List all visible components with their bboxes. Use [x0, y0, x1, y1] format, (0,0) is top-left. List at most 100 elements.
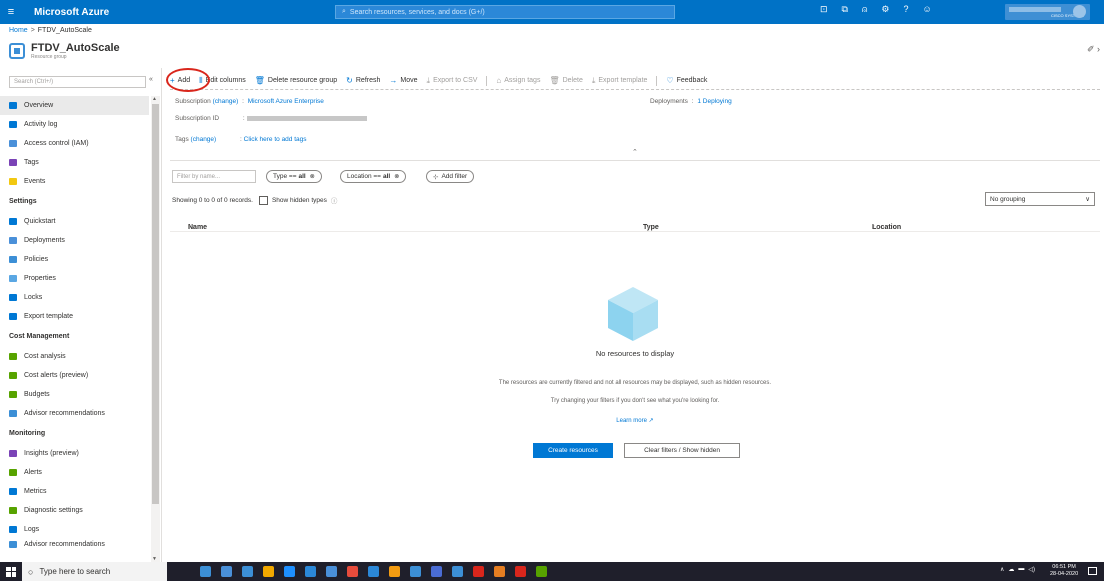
settings-gear-icon[interactable]: ⚙: [881, 4, 889, 15]
show-hidden-checkbox[interactable]: [258, 195, 268, 205]
collapse-essentials-icon[interactable]: ⌃: [632, 148, 638, 156]
breadcrumb-current[interactable]: FTDV_AutoScale: [38, 27, 92, 34]
clear-filters-button[interactable]: Clear filters / Show hidden: [624, 443, 740, 458]
move-button[interactable]: → Move: [389, 76, 417, 85]
taskbar-app-icon[interactable]: [200, 566, 211, 577]
action-center-icon[interactable]: [1088, 567, 1097, 575]
menu-item-cost-alerts[interactable]: Cost alerts (preview): [9, 366, 149, 385]
menu-item-deployments[interactable]: Deployments: [9, 231, 149, 250]
taskbar-app-icon[interactable]: [494, 566, 505, 577]
taskbar-search-box[interactable]: ○ Type here to search: [22, 562, 167, 581]
feedback-smiley-icon[interactable]: ☺: [922, 4, 931, 15]
heart-icon: ♡: [666, 76, 674, 85]
grouping-dropdown[interactable]: No grouping ∨: [985, 192, 1095, 206]
taskbar-app-icon[interactable]: [473, 566, 484, 577]
type-filter-pill[interactable]: Type == all ⊗: [266, 170, 322, 183]
menu-item-export-template[interactable]: Export template: [9, 307, 149, 326]
subscription-change-link[interactable]: (change): [213, 98, 239, 105]
menu-search-input[interactable]: Search (Ctrl+/): [9, 76, 146, 88]
deployments-value-link[interactable]: 1 Deploying: [697, 98, 731, 105]
menu-item-policies[interactable]: Policies: [9, 250, 149, 269]
global-search-input[interactable]: ⌕ Search resources, services, and docs (…: [335, 5, 675, 19]
menu-item-insights[interactable]: Insights (preview): [9, 444, 149, 463]
taskbar-app-icon[interactable]: [305, 566, 316, 577]
taskbar-app-icon[interactable]: [410, 566, 421, 577]
feedback-button[interactable]: ♡ Feedback: [666, 76, 707, 85]
notifications-icon[interactable]: ⍝: [862, 4, 867, 15]
menu-item-activity-log[interactable]: Activity log: [9, 115, 149, 134]
directory-filter-icon[interactable]: ⧉: [842, 4, 848, 15]
remove-filter-icon[interactable]: ⊗: [394, 173, 399, 180]
menu-scrollbar[interactable]: ▲ ▼: [151, 96, 160, 562]
menu-item-metrics[interactable]: Metrics: [9, 482, 149, 501]
menu-item-budgets[interactable]: Budgets: [9, 385, 149, 404]
taskbar-app-icon[interactable]: [515, 566, 526, 577]
taskbar-app-icon[interactable]: [389, 566, 400, 577]
account-name-redacted: [1009, 7, 1061, 12]
menu-item-quickstart[interactable]: Quickstart: [9, 212, 149, 231]
taskbar-app-icon[interactable]: [284, 566, 295, 577]
help-icon[interactable]: ?: [903, 4, 908, 15]
show-hidden-label: Show hidden types: [271, 196, 327, 204]
add-filter-button[interactable]: ⊹ Add filter: [426, 170, 475, 183]
hamburger-icon[interactable]: ≡: [0, 6, 22, 18]
taskbar-app-icon[interactable]: [347, 566, 358, 577]
cloud-icon[interactable]: ☁: [1008, 566, 1014, 573]
collapse-menu-icon[interactable]: «: [149, 76, 153, 83]
search-icon: ⌕: [342, 8, 346, 15]
remove-filter-icon[interactable]: ⊗: [310, 173, 315, 180]
taskbar-clock[interactable]: 06:51 PM 28-04-2020: [1050, 564, 1078, 578]
location-filter-pill[interactable]: Location == all ⊗: [340, 170, 407, 183]
system-tray: ∧ ☁ ▬ ◁): [1000, 566, 1035, 573]
taskbar-app-icon[interactable]: [263, 566, 274, 577]
assign-tags-button[interactable]: ⌂ Assign tags: [496, 76, 540, 85]
tags-change-link[interactable]: (change): [191, 136, 217, 143]
menu-item-iam[interactable]: Access control (IAM): [9, 134, 149, 153]
menu-item-label: Activity log: [24, 121, 58, 128]
taskbar-app-icon[interactable]: [452, 566, 463, 577]
menu-item-advisor-cost[interactable]: Advisor recommendations: [9, 404, 149, 423]
delete-resource-group-button[interactable]: 🗑 Delete resource group: [255, 76, 337, 85]
pin-icon[interactable]: ✐ ›: [1087, 44, 1100, 55]
subscription-value-link[interactable]: Microsoft Azure Enterprise: [248, 98, 324, 105]
taskbar-app-icon[interactable]: [221, 566, 232, 577]
menu-item-events[interactable]: Events: [9, 172, 149, 191]
export-csv-button[interactable]: ⤓ Export to CSV: [427, 76, 478, 86]
info-icon[interactable]: ⓘ: [331, 195, 338, 205]
create-resources-button[interactable]: Create resources: [533, 443, 613, 458]
add-tags-link[interactable]: Click here to add tags: [244, 136, 307, 143]
subscription-id-label: Subscription ID: [175, 115, 220, 122]
menu-item-label: Advisor recommendations: [24, 410, 105, 417]
account-menu[interactable]: CISCO SYSTEMS: [1005, 4, 1090, 20]
menu-item-diagnostic-settings[interactable]: Diagnostic settings: [9, 501, 149, 520]
menu-item-properties[interactable]: Properties: [9, 269, 149, 288]
scroll-up-icon[interactable]: ▲: [152, 96, 157, 102]
filter-by-name-input[interactable]: Filter by name...: [172, 170, 256, 183]
menu-list: Overview Activity log Access control (IA…: [0, 96, 149, 549]
menu-item-cost-analysis[interactable]: Cost analysis: [9, 347, 149, 366]
taskbar-app-icon[interactable]: [431, 566, 442, 577]
breadcrumb-home[interactable]: Home: [9, 27, 28, 34]
type-filter-value: all: [298, 173, 306, 180]
tray-chevron-icon[interactable]: ∧: [1000, 566, 1004, 573]
menu-item-logs[interactable]: Logs: [9, 520, 149, 539]
network-icon[interactable]: ▬: [1018, 566, 1024, 573]
portal-brand[interactable]: Microsoft Azure: [34, 7, 314, 18]
taskbar-app-icon[interactable]: [326, 566, 337, 577]
export-template-button[interactable]: ⤓ Export template: [592, 76, 648, 86]
volume-icon[interactable]: ◁): [1028, 566, 1035, 573]
taskbar-app-icon[interactable]: [368, 566, 379, 577]
menu-item-advisor-monitoring[interactable]: Advisor recommendations: [9, 539, 149, 549]
cloud-shell-icon[interactable]: ⊡: [820, 4, 828, 15]
taskbar-app-icon[interactable]: [242, 566, 253, 577]
menu-item-overview[interactable]: Overview: [0, 96, 149, 115]
refresh-button[interactable]: ↻ Refresh: [346, 76, 380, 85]
menu-item-alerts[interactable]: Alerts: [9, 463, 149, 482]
menu-item-tags[interactable]: Tags: [9, 153, 149, 172]
menu-item-locks[interactable]: Locks: [9, 288, 149, 307]
scrollbar-thumb[interactable]: [152, 104, 159, 504]
windows-start-button[interactable]: [0, 562, 22, 581]
learn-more-link[interactable]: Learn more ↗: [585, 417, 685, 424]
taskbar-app-icon[interactable]: [536, 566, 547, 577]
delete-button[interactable]: 🗑 Delete: [549, 76, 582, 85]
